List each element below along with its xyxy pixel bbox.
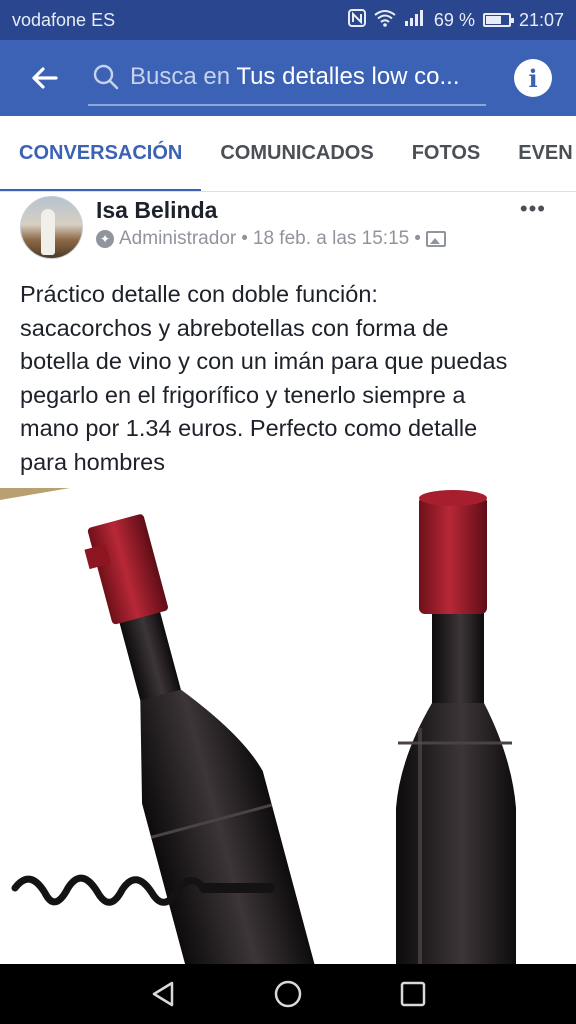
avatar[interactable] [20,196,83,259]
avatar-figure [41,209,55,255]
info-icon: i [528,63,538,93]
status-bar: vodafone ES 69 % 21:07 [0,0,576,40]
author-name[interactable]: Isa Belinda [96,197,217,224]
post-text-line: mano por 1.34 euros. Perfecto como detal… [20,415,478,441]
back-arrow-icon [32,67,58,89]
nav-back-button[interactable] [143,974,183,1014]
photo-icon [425,231,446,247]
tab-conversacion[interactable]: CONVERSACIÓN [0,116,202,191]
nav-recents-button[interactable] [393,974,433,1014]
home-circle-icon [274,980,302,1008]
search-prefix: Busca en [130,63,231,90]
tab-fotos[interactable]: FOTOS [393,116,500,191]
wifi-icon [374,9,396,32]
search-icon [93,64,119,90]
carrier-label: vodafone ES [12,9,116,30]
nfc-icon [347,8,366,32]
nav-home-button[interactable] [268,974,308,1014]
tab-eventos[interactable]: EVEN [499,116,576,191]
post-text-line: botella de vino y con un imán para que p… [20,348,508,374]
post-text-line: pegarlo en el frigorífico y tenerlo siem… [20,381,466,408]
post-meta: ✦ Administrador • 18 feb. a las 15:15 • [96,228,446,250]
info-button[interactable]: i [514,59,552,97]
battery-fill [485,16,502,24]
system-nav-bar [0,964,576,1024]
clock: 21:07 [518,9,564,30]
post-text: Práctico detalle con doble función: saca… [20,278,560,479]
meta-separator: • [241,228,248,249]
post-text-line: sacacorchos y abrebotellas con forma de [20,314,449,341]
post-text-line: para hombres [20,448,165,475]
search-group-name: Tus detalles low co... [236,63,460,90]
meta-separator: • [414,228,421,249]
post-photo[interactable] [0,488,576,964]
back-button[interactable] [0,40,88,116]
more-options-icon[interactable]: ••• [520,196,546,222]
wine-bottle-corkscrew-photo [0,488,516,964]
recents-square-icon [401,981,426,1007]
admin-badge-icon: ✦ [96,230,114,248]
tab-comunicados[interactable]: COMUNICADOS [201,116,392,191]
post-header: Isa Belinda ✦ Administrador • 18 feb. a … [0,192,576,268]
status-icons: 69 % 21:07 [347,8,564,32]
search-field[interactable]: Busca en Tus detalles low co... [88,50,486,106]
author-role: Administrador [119,228,237,249]
battery-icon [482,13,514,27]
battery-percent: 69 % [433,9,475,30]
app-bar: Busca en Tus detalles low co... i [0,40,576,116]
search-placeholder: Busca en Tus detalles low co... [130,63,460,91]
tab-bar: CONVERSACIÓN COMUNICADOS FOTOS EVEN [0,116,576,192]
post-text-line: Práctico detalle con doble función: [20,281,378,307]
post-date[interactable]: 18 feb. a las 15:15 [253,228,409,250]
signal-icon [404,9,426,31]
right-bottle [396,490,516,964]
left-bottle [84,514,320,964]
back-triangle-icon [152,981,173,1007]
